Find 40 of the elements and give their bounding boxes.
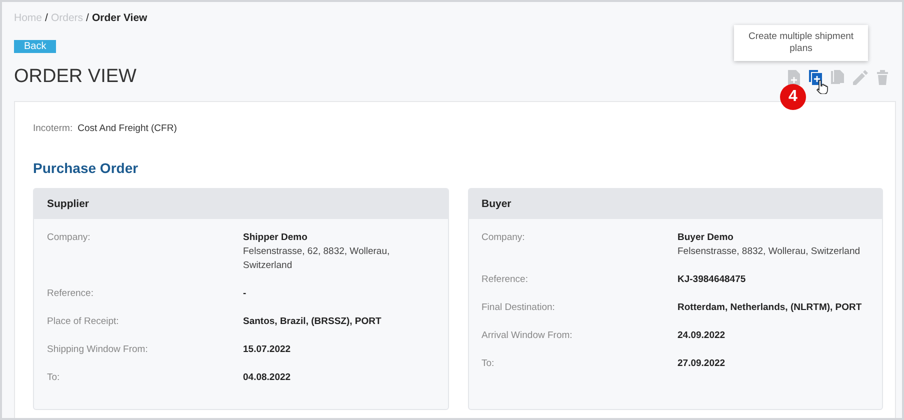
address-text: Felsenstrasse, 8832, Wollerau, Switzerland (678, 245, 860, 259)
field-label: Place of Receipt: (47, 315, 120, 329)
copy-icon[interactable] (831, 70, 844, 84)
field-value: Buyer Demo (678, 231, 734, 245)
breadcrumb-separator: / (45, 12, 48, 26)
field-label: Reference: (482, 273, 529, 287)
card-header: Buyer (468, 189, 882, 219)
copy-plus-icon[interactable] (809, 70, 822, 84)
field-label: Shipping Window From: (47, 343, 149, 357)
field-label: Arrival Window From: (482, 329, 574, 343)
field-value: 04.08.2022 (243, 371, 291, 385)
back-button[interactable]: Back (14, 40, 56, 53)
field-value: Rotterdam, Netherlands, (NLRTM), PORT (678, 301, 862, 315)
field-label: Final Destination: (482, 301, 556, 315)
section-title: Purchase Order (33, 160, 140, 178)
incoterm-label: Incoterm: (33, 123, 73, 134)
field-label: Reference: (47, 287, 94, 301)
address-text: Felsenstrasse, 62, 8832, Wollerau, Switzerland (243, 245, 391, 273)
field-value: Shipper Demo (243, 231, 308, 245)
field-value: 15.07.2022 (243, 343, 291, 357)
step-badge: 4 (780, 84, 806, 110)
tooltip: Create multiple shipment plans (734, 24, 868, 60)
field-value: Santos, Brazil, (BRSSZ), PORT (243, 315, 382, 329)
field-value: KJ-3984648475 (678, 273, 746, 287)
breadcrumb-current: Order View (92, 12, 148, 26)
field-label: Company: (47, 231, 92, 245)
incoterm-value: Cost And Freight (CFR) (78, 123, 177, 134)
field-label: To: (482, 357, 496, 371)
hand-cursor-icon (816, 80, 828, 94)
field-label: Company: (482, 231, 526, 245)
field-label: To: (47, 371, 61, 385)
add-file-icon[interactable] (788, 70, 800, 84)
field-value: - (243, 287, 246, 301)
breadcrumb-separator: / (86, 12, 89, 26)
edit-icon[interactable] (853, 70, 868, 84)
card-header: Supplier (34, 189, 448, 219)
field-value: 27.09.2022 (678, 357, 726, 371)
delete-icon[interactable] (877, 70, 888, 84)
field-value: 24.09.2022 (678, 329, 726, 343)
page-title: ORDER VIEW (14, 66, 136, 88)
